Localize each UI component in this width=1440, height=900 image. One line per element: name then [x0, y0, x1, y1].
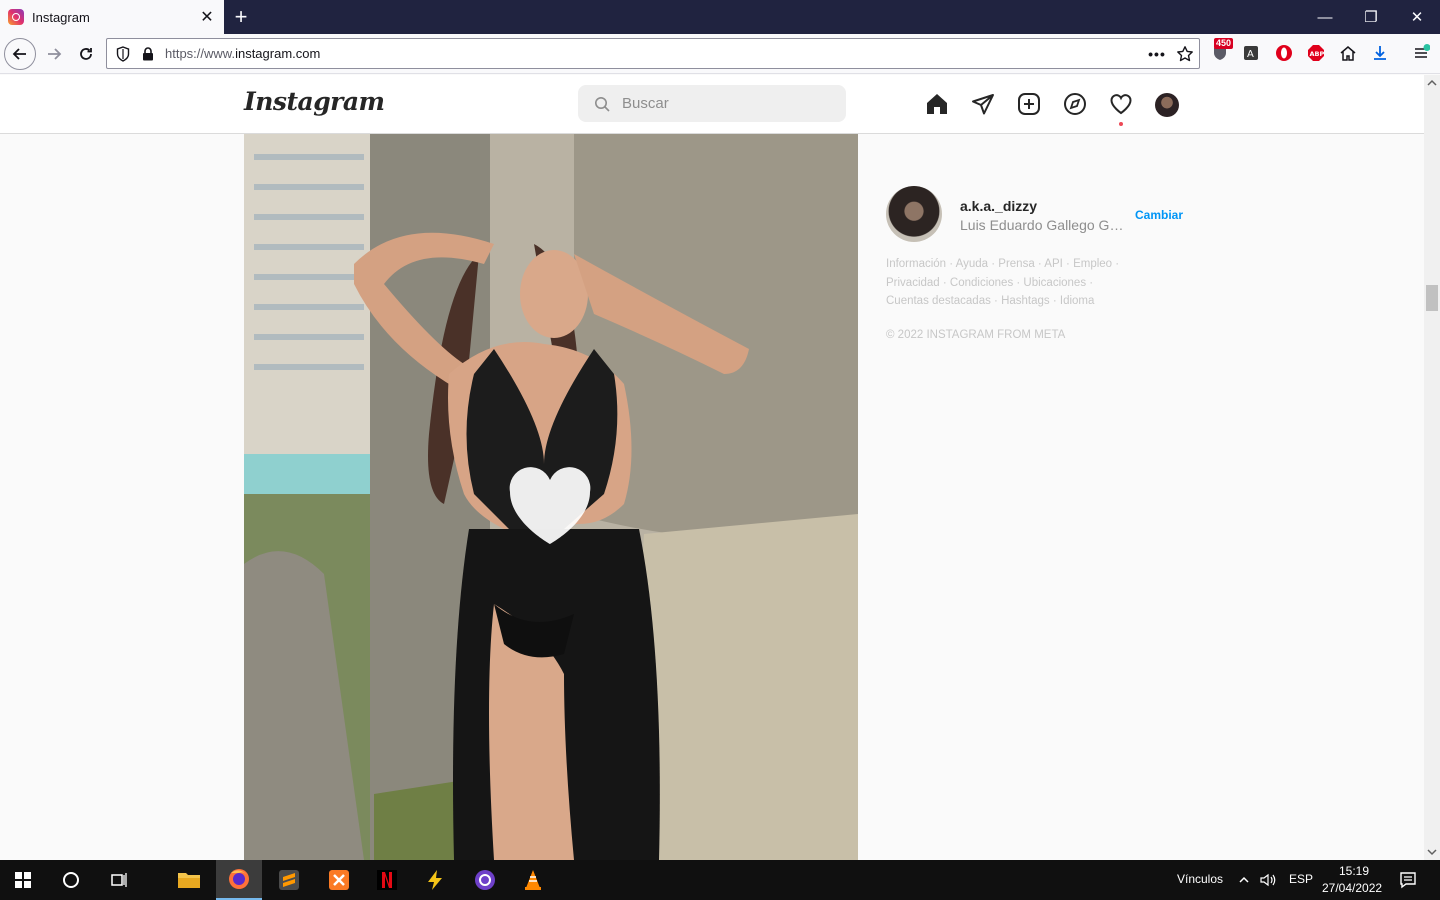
github-icon	[475, 870, 495, 890]
extension-badge: 450	[1214, 38, 1234, 49]
sublime-text-icon	[279, 870, 299, 890]
lock-icon[interactable]	[137, 46, 159, 61]
footer-line-3[interactable]: Cuentas destacadas · Hashtags · Idioma	[886, 292, 1146, 311]
post-photo	[244, 134, 858, 860]
svg-text:A: A	[1247, 49, 1254, 60]
url-text[interactable]: https://www.instagram.com	[165, 46, 1143, 61]
volume-button[interactable]	[1248, 860, 1288, 900]
footer-line-1[interactable]: Información · Ayuda · Prensa · API · Emp…	[886, 255, 1146, 274]
vlc-cone-icon	[525, 870, 541, 890]
switch-account-button[interactable]: Cambiar	[1135, 208, 1183, 222]
post-image[interactable]	[244, 134, 858, 860]
tab-instagram[interactable]: Instagram ✕	[0, 0, 224, 34]
scroll-up-icon	[1427, 79, 1437, 86]
notification-icon	[1400, 872, 1416, 889]
windows-taskbar: Vínculos ESP 15:19 27/04/2022	[0, 860, 1440, 900]
arrow-left-icon	[12, 48, 26, 60]
netflix-icon	[377, 870, 397, 890]
scroll-thumb[interactable]	[1426, 285, 1438, 311]
translate-extension-icon[interactable]: A	[1240, 42, 1262, 64]
task-view-icon	[111, 873, 127, 887]
footer-links[interactable]: Información · Ayuda · Prensa · API · Emp…	[886, 255, 1146, 311]
lightning-icon	[428, 870, 442, 890]
minimize-button[interactable]: —	[1302, 0, 1348, 34]
close-window-button[interactable]: ✕	[1394, 0, 1440, 34]
restore-button[interactable]: ❐	[1348, 0, 1394, 34]
windows-start-button[interactable]	[0, 860, 46, 900]
clock-date[interactable]: 27/04/2022	[1322, 881, 1382, 895]
xampp-icon	[329, 870, 349, 890]
cortana-search-button[interactable]	[48, 860, 94, 900]
tab-title: Instagram	[32, 9, 90, 25]
activity-heart-icon[interactable]	[1108, 91, 1134, 117]
adblock-plus-icon[interactable]: ABP	[1305, 42, 1327, 64]
explore-icon[interactable]	[1062, 91, 1088, 117]
sidebar-avatar[interactable]	[886, 186, 942, 242]
svg-text:ABP: ABP	[1310, 50, 1325, 58]
home-icon[interactable]	[1337, 42, 1359, 64]
search-input[interactable]: Buscar	[578, 85, 846, 122]
action-center-button[interactable]	[1388, 860, 1428, 900]
tracking-shield-icon[interactable]	[109, 45, 137, 62]
sublime-text-button[interactable]	[266, 860, 312, 900]
page-scrollbar[interactable]	[1424, 75, 1440, 860]
copyright: © 2022 INSTAGRAM FROM META	[886, 329, 1066, 341]
folder-icon	[178, 873, 200, 888]
page-actions-menu-icon[interactable]: •••	[1143, 46, 1171, 62]
scroll-down-icon	[1427, 849, 1437, 856]
opera-adblock-icon[interactable]	[1273, 42, 1295, 64]
speaker-icon	[1260, 873, 1276, 887]
instagram-header: Instagram Buscar	[0, 75, 1424, 134]
address-bar[interactable]: https://www.instagram.com •••	[106, 38, 1200, 69]
hamburger-menu-icon[interactable]	[1410, 42, 1432, 64]
sidebar-username[interactable]: a.k.a._dizzy	[960, 198, 1037, 214]
tab-close-button[interactable]: ✕	[198, 7, 216, 27]
firefox-taskbar-button[interactable]	[216, 860, 262, 900]
download-icon[interactable]	[1369, 42, 1391, 64]
netflix-button[interactable]	[364, 860, 410, 900]
browser-tab-strip: Instagram ✕ + — ❐ ✕	[0, 0, 1440, 34]
instagram-favicon-icon	[8, 9, 24, 25]
notification-dot	[1119, 122, 1123, 126]
footer-line-2[interactable]: Privacidad · Condiciones · Ubicaciones ·	[886, 274, 1146, 293]
firefox-icon	[229, 869, 249, 889]
vlc-button[interactable]	[510, 860, 556, 900]
direct-messages-icon[interactable]	[970, 91, 996, 117]
windows-logo-icon	[15, 872, 31, 888]
clipboard-app-button[interactable]	[412, 860, 458, 900]
search-icon	[595, 96, 610, 112]
xampp-button[interactable]	[316, 860, 362, 900]
back-button[interactable]	[4, 38, 36, 70]
forward-button[interactable]	[38, 38, 70, 70]
links-toolbar[interactable]: Vínculos	[1177, 872, 1223, 886]
reload-button[interactable]	[70, 38, 102, 70]
search-placeholder: Buscar	[622, 95, 669, 112]
home-icon[interactable]	[924, 91, 950, 117]
page-content: Instagram Buscar a.k.a._dizzy Luis Eduar…	[0, 75, 1424, 860]
task-view-button[interactable]	[96, 860, 142, 900]
reload-icon	[80, 48, 92, 60]
profile-avatar[interactable]	[1155, 93, 1179, 117]
new-post-icon[interactable]	[1016, 91, 1042, 117]
cortana-circle-icon	[63, 872, 79, 888]
input-language[interactable]: ESP	[1289, 872, 1313, 886]
arrow-right-icon	[48, 48, 62, 60]
file-explorer-button[interactable]	[166, 860, 212, 900]
instagram-logo[interactable]: Instagram	[244, 87, 385, 116]
sidebar-full-name: Luis Eduardo Gallego Gar...	[960, 217, 1130, 233]
new-tab-button[interactable]: +	[230, 2, 252, 32]
clock-time[interactable]: 15:19	[1339, 864, 1369, 878]
bookmark-star-icon[interactable]	[1171, 45, 1199, 63]
github-desktop-button[interactable]	[462, 860, 508, 900]
